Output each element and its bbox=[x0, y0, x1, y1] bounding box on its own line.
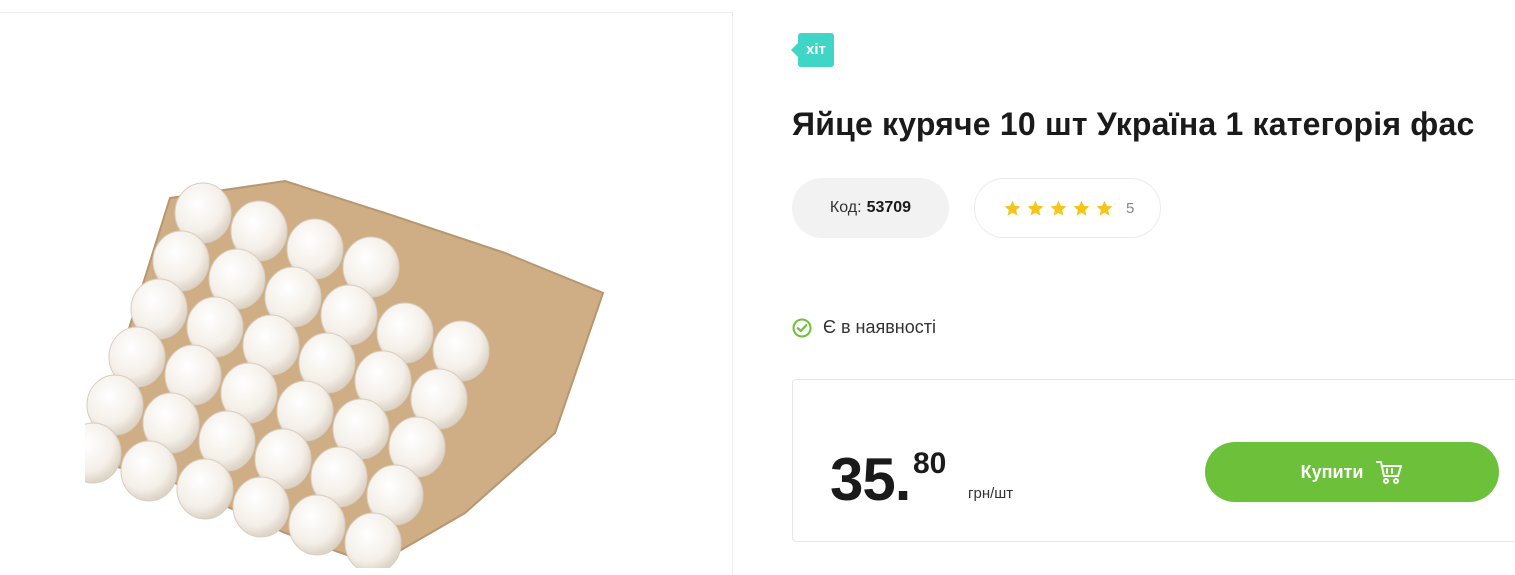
rating-stars[interactable] bbox=[1003, 199, 1114, 218]
buy-button-label: Купити bbox=[1300, 461, 1364, 482]
availability-status: Є в наявності bbox=[792, 317, 936, 338]
buy-button[interactable]: Купити bbox=[1205, 442, 1499, 502]
star-icon[interactable] bbox=[1003, 199, 1022, 218]
product-image[interactable] bbox=[85, 173, 615, 568]
star-icon[interactable] bbox=[1049, 199, 1068, 218]
price-fraction: 80 bbox=[913, 447, 947, 480]
price-unit: грн/шт bbox=[968, 485, 1014, 502]
star-icon[interactable] bbox=[1026, 199, 1045, 218]
egg-shape bbox=[344, 512, 402, 568]
product-code: Код: 53709 bbox=[792, 178, 949, 238]
price-integer: 35. bbox=[830, 446, 911, 513]
egg-shape bbox=[120, 440, 178, 502]
product-code-label: Код: bbox=[829, 199, 862, 216]
price-box: 35. 80 грн/шт Купити bbox=[792, 379, 1515, 542]
product-code-value: 53709 bbox=[866, 199, 912, 216]
egg-shape bbox=[232, 476, 290, 538]
check-circle-icon bbox=[792, 318, 812, 337]
availability-text: Є в наявності bbox=[823, 317, 936, 337]
egg-shape bbox=[288, 494, 346, 556]
hit-badge: хіт bbox=[791, 33, 834, 67]
product-title: Яйце куряче 10 шт Україна 1 категорія фа… bbox=[792, 106, 1475, 142]
star-icon[interactable] bbox=[1095, 199, 1114, 218]
rating-count: 5 bbox=[1126, 199, 1135, 217]
egg-shape bbox=[176, 458, 234, 520]
star-icon[interactable] bbox=[1072, 199, 1091, 218]
rating-widget[interactable]: 5 bbox=[974, 178, 1161, 238]
product-image-panel bbox=[0, 12, 733, 575]
cart-icon bbox=[1376, 461, 1403, 484]
